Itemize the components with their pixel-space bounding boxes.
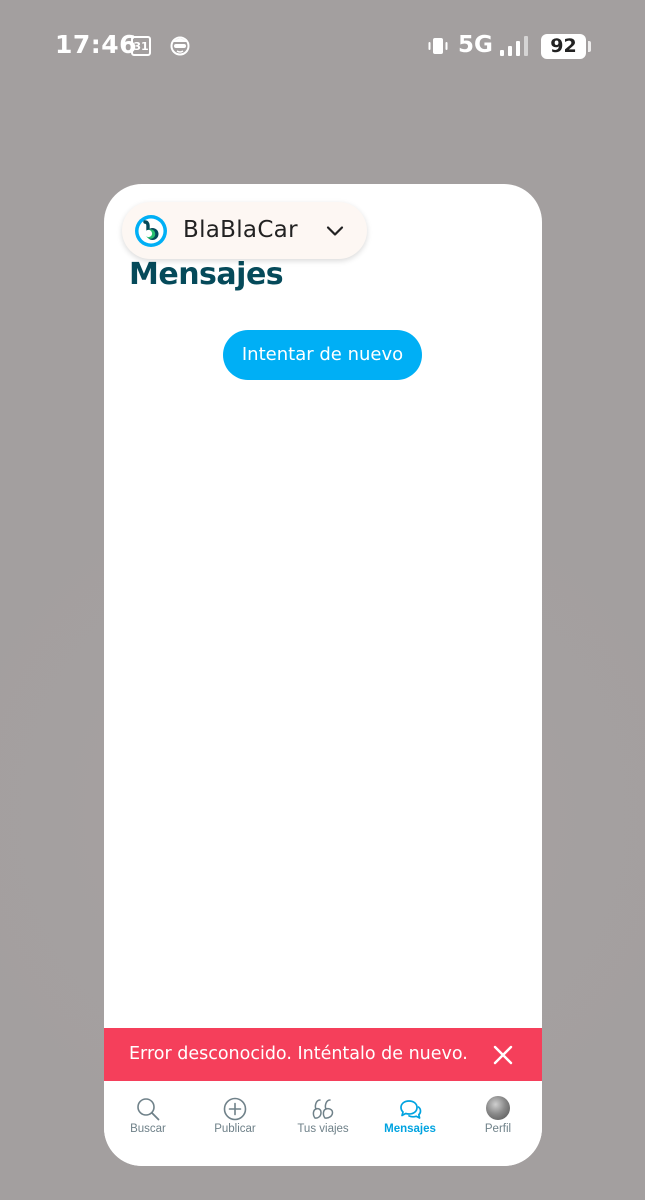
search-icon (137, 1098, 160, 1121)
nav-item-mensajes[interactable]: Mensajes (366, 1081, 454, 1166)
nav-label: Tus viajes (297, 1123, 349, 1135)
notification-face-icon (170, 36, 190, 56)
close-icon[interactable] (490, 1042, 516, 1068)
vibrate-icon (428, 38, 448, 54)
bottom-nav: Buscar Publicar Tus viajes Mensajes Perf… (104, 1081, 542, 1166)
nav-item-tus-viajes[interactable]: Tus viajes (279, 1081, 367, 1166)
status-time: 17:46 (55, 30, 138, 59)
blablacar-logo-icon (135, 215, 167, 247)
trips-icon (312, 1099, 334, 1119)
network-type: 5G (458, 32, 493, 58)
nav-item-buscar[interactable]: Buscar (104, 1081, 192, 1166)
app-card[interactable]: Mensajes Intentar de nuevo Error descono… (104, 184, 542, 1166)
status-bar: 17:46 31 5G 92 (0, 0, 645, 92)
nav-item-publicar[interactable]: Publicar (191, 1081, 279, 1166)
chat-icon (400, 1100, 422, 1119)
nav-label: Mensajes (384, 1123, 436, 1135)
app-chip[interactable]: BlaBlaCar (122, 202, 367, 259)
error-message: Error desconocido. Inténtalo de nuevo. (129, 1044, 468, 1064)
retry-button[interactable]: Intentar de nuevo (223, 330, 422, 380)
nav-label: Buscar (130, 1123, 166, 1135)
avatar (486, 1096, 510, 1120)
page-title: Mensajes (129, 257, 284, 292)
app-name: BlaBlaCar (183, 217, 298, 243)
signal-icon (500, 36, 528, 56)
error-banner: Error desconocido. Inténtalo de nuevo. (104, 1028, 542, 1081)
calendar-icon: 31 (131, 36, 151, 56)
chevron-down-icon[interactable] (325, 221, 345, 241)
nav-label: Perfil (484, 1123, 512, 1135)
nav-label: Publicar (214, 1123, 256, 1135)
nav-item-perfil[interactable]: Perfil (454, 1081, 542, 1166)
plus-circle-icon (223, 1097, 247, 1121)
battery-indicator: 92 (541, 34, 586, 59)
battery-tip (588, 41, 591, 52)
